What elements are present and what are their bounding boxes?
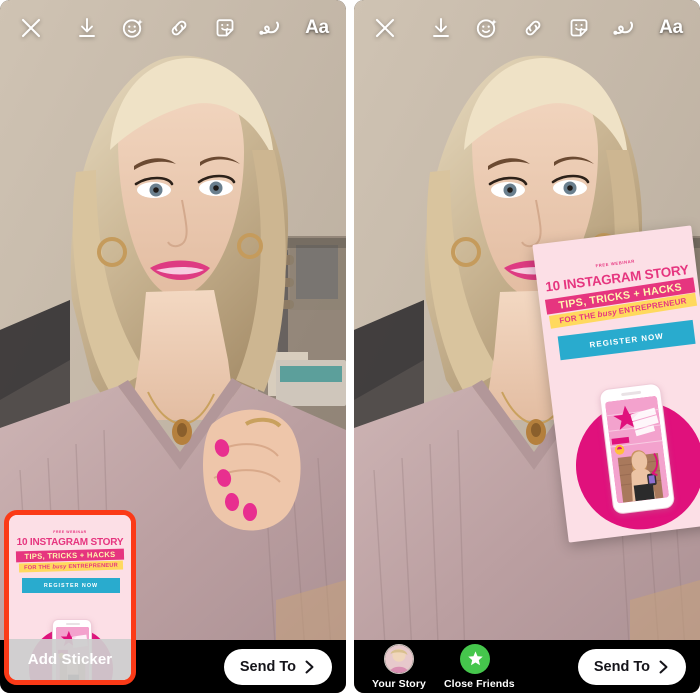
send-to-label: Send To	[239, 658, 296, 675]
close-icon[interactable]	[16, 13, 46, 43]
sticker-highlight-box[interactable]: FREE WEBINAR 10 INSTAGRAM STORY TIPS, TR…	[4, 510, 136, 685]
sticker-cta-button[interactable]: REGISTER NOW	[22, 578, 120, 593]
text-icon[interactable]: Aa	[302, 13, 332, 43]
sticker-band-entrepreneur: FOR THE busy ENTREPRENEUR	[18, 560, 124, 573]
text-icon-label: Aa	[659, 17, 683, 38]
link-icon[interactable]	[518, 13, 548, 43]
chevron-right-icon	[305, 660, 314, 673]
effects-icon[interactable]	[472, 13, 502, 43]
band2-pre: FOR THE	[23, 564, 51, 571]
draw-icon[interactable]	[610, 13, 640, 43]
text-icon[interactable]: Aa	[656, 13, 686, 43]
add-sticker-button[interactable]: Add Sticker	[9, 639, 131, 680]
screenshot-root: Aa FREE WEBINAR 10 INSTAGRAM STORY TIPS,…	[0, 0, 700, 693]
download-icon[interactable]	[72, 13, 102, 43]
sticker-icon[interactable]	[564, 13, 594, 43]
audience-close-friends-label: Close Friends	[444, 677, 515, 690]
sticker-icon[interactable]	[210, 13, 240, 43]
right-phone-screen: FREE WEBINAR 10 INSTAGRAM STORY TIPS, TR…	[354, 0, 700, 693]
audience-close-friends[interactable]: Close Friends	[444, 643, 515, 690]
band2-em: busy	[52, 563, 67, 571]
send-to-button-right[interactable]: Send To	[577, 648, 686, 685]
send-to-label: Send To	[593, 658, 650, 675]
draw-icon[interactable]	[256, 13, 286, 43]
audience-selector: Your Story Close Friends	[368, 643, 515, 690]
placed-band2-pre: FOR THE	[558, 310, 597, 326]
star-icon[interactable]	[460, 643, 490, 674]
right-bottom-bar: Your Story Close Friends Send To	[354, 640, 700, 693]
placed-band2-em: busy	[596, 307, 618, 320]
placed-sticker-cta-button[interactable]: REGISTER NOW	[557, 319, 696, 361]
left-phone-screen: Aa FREE WEBINAR 10 INSTAGRAM STORY TIPS,…	[0, 0, 346, 693]
sticker-eyebrow: FREE WEBINAR	[53, 530, 87, 534]
band2-post: ENTREPRENEUR	[68, 562, 119, 570]
download-icon[interactable]	[426, 13, 456, 43]
avatar[interactable]	[384, 643, 414, 674]
sticker-headline: 10 INSTAGRAM STORY	[16, 537, 124, 548]
chevron-right-icon	[659, 660, 668, 673]
send-to-button-left[interactable]: Send To	[223, 648, 332, 685]
close-icon[interactable]	[370, 13, 400, 43]
audience-your-story-label: Your Story	[372, 677, 426, 690]
link-icon[interactable]	[164, 13, 194, 43]
audience-your-story[interactable]: Your Story	[368, 643, 430, 690]
panel-divider	[346, 0, 354, 693]
text-icon-label: Aa	[305, 17, 329, 38]
effects-icon[interactable]	[118, 13, 148, 43]
